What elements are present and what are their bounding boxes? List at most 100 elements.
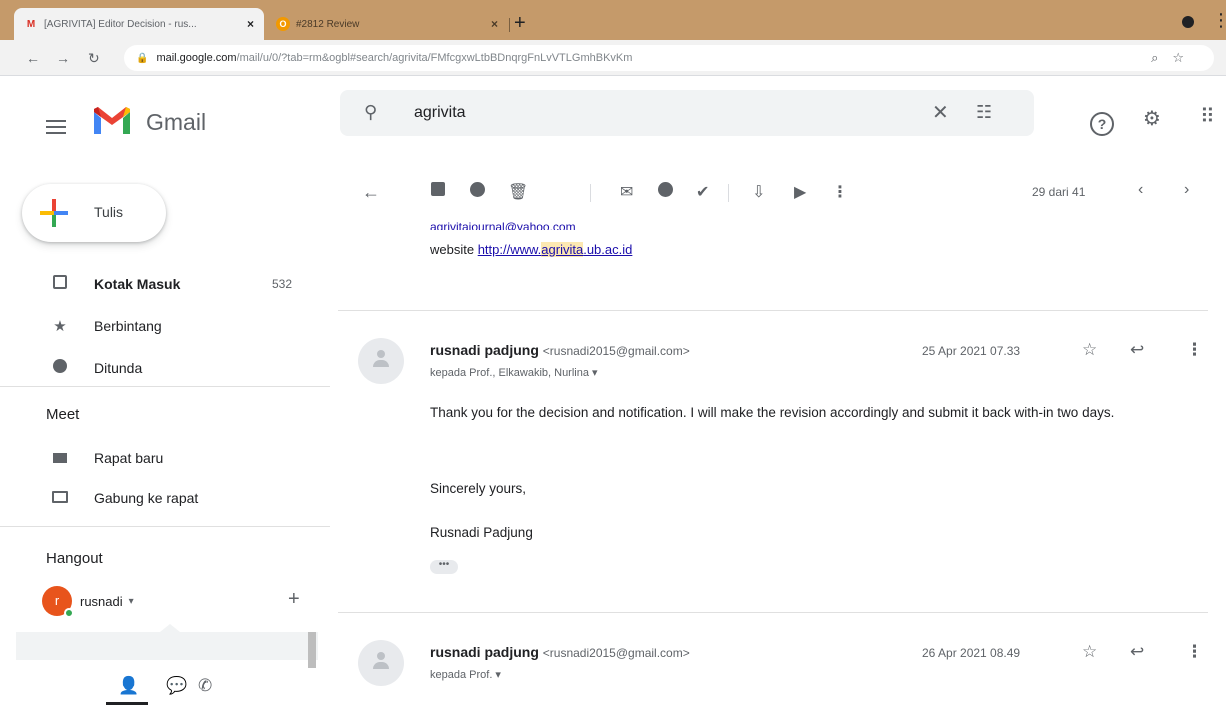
avatar: r	[42, 586, 74, 618]
contacts-icon[interactable]: 👤	[118, 676, 139, 696]
hangout-scrollbar[interactable]	[308, 632, 316, 668]
sidebar-item-inbox[interactable]: Kotak Masuk 532	[0, 268, 330, 300]
message-sender[interactable]: rusnadi padjung <rusnadi2015@gmail.com>	[430, 644, 690, 660]
star-icon[interactable]: ☆	[1082, 340, 1097, 360]
ojs-favicon-icon: O	[276, 17, 290, 31]
mark-unread-icon[interactable]: ✉	[620, 182, 633, 202]
body-paragraph: Thank you for the decision and notificat…	[430, 405, 1115, 420]
search-icon[interactable]: ⚲	[364, 102, 377, 123]
apps-grid-icon[interactable]: ⠿	[1200, 104, 1215, 129]
report-spam-icon[interactable]	[470, 182, 485, 202]
tab-close-icon[interactable]: ×	[491, 17, 498, 31]
more-options-icon[interactable]: ⋮	[832, 182, 848, 202]
pagination-text: 29 dari 41	[1032, 185, 1086, 199]
recipients-dropdown[interactable]: kepada Prof. ▾	[430, 668, 501, 681]
reply-icon[interactable]: ↩	[1130, 642, 1144, 662]
clear-search-icon[interactable]: ✕	[932, 100, 949, 125]
label-icon[interactable]: ▶	[794, 182, 806, 202]
hangout-account-switcher[interactable]: r rusnadi ▾	[42, 586, 134, 618]
body-paragraph: Rusnadi Padjung	[430, 525, 533, 540]
add-hangout-button[interactable]: +	[288, 588, 300, 611]
active-tab-indicator	[106, 702, 148, 705]
signature-email-link[interactable]: agrivitajournal@yahoo.com	[430, 220, 576, 230]
message-more-icon[interactable]: ⋮	[1186, 340, 1203, 360]
search-options-icon[interactable]: ☷	[976, 102, 992, 123]
sidebar-divider	[0, 386, 330, 387]
message-sender[interactable]: rusnadi padjung <rusnadi2015@gmail.com>	[430, 342, 690, 358]
message-body: Sincerely yours,	[430, 478, 1206, 500]
sender-avatar	[358, 640, 404, 686]
zoom-and-bookmark-icons[interactable]: ⌕☆	[1151, 50, 1198, 66]
older-chevron-icon[interactable]: ›	[1184, 181, 1189, 199]
video-icon	[48, 450, 72, 467]
message-date: 26 Apr 2021 08.49	[922, 646, 1021, 660]
snooze-clock-icon[interactable]	[658, 182, 673, 202]
chat-bubble-icon[interactable]: 💬	[166, 676, 187, 696]
sender-avatar	[358, 338, 404, 384]
move-to-icon[interactable]: ⇩	[752, 182, 765, 202]
meet-heading: Meet	[46, 406, 80, 423]
sidebar-item-starred[interactable]: ★ Berbintang	[0, 310, 330, 342]
sidebar-item-label: Gabung ke rapat	[94, 490, 199, 506]
hangout-heading: Hangout	[46, 550, 103, 567]
settings-gear-icon[interactable]: ⚙	[1143, 106, 1161, 131]
show-trimmed-content-button[interactable]: •••	[430, 560, 458, 574]
delete-icon[interactable]: 🗑	[508, 182, 528, 202]
sidebar-item-label: Rapat baru	[94, 450, 164, 466]
phone-icon[interactable]: ✆	[198, 676, 212, 696]
avatar-initial: r	[54, 593, 60, 608]
search-highlight: agrivita	[541, 242, 584, 257]
compose-button[interactable]: Tulis	[22, 184, 166, 242]
main-menu-icon[interactable]	[46, 120, 66, 138]
help-icon[interactable]: ?	[1090, 112, 1114, 136]
reply-icon[interactable]: ↩	[1130, 340, 1144, 360]
add-to-tasks-icon[interactable]: ✔	[696, 182, 709, 202]
compose-label: Tulis	[94, 204, 124, 220]
star-icon[interactable]: ☆	[1082, 642, 1097, 662]
browser-profile-icon[interactable]	[1182, 16, 1194, 28]
tab-title: #2812 Review	[296, 18, 360, 30]
hangout-bottom-tabs: 👤 💬 ✆	[0, 668, 330, 706]
search-input[interactable]: agrivita	[414, 104, 466, 122]
body-paragraph: Sincerely yours,	[430, 481, 527, 496]
tab-title: [AGRIVITA] Editor Decision - rus...	[44, 18, 197, 30]
star-icon: ★	[53, 318, 67, 335]
back-arrow-icon[interactable]: ←	[26, 50, 40, 66]
url-field[interactable]: 🔒 mail.google.com /mail/u/0/?tab=rm&ogbl…	[124, 45, 1214, 71]
sender-name: rusnadi padjung	[430, 644, 539, 660]
address-bar-row: ← → ↻ 🔒 mail.google.com /mail/u/0/?tab=r…	[0, 40, 1226, 76]
sender-email: <rusnadi2015@gmail.com>	[542, 344, 690, 358]
gmail-header: Gmail ⚲ agrivita ✕ ☷ ⚙ ⠿	[0, 76, 1226, 156]
new-tab-button[interactable]: +	[514, 12, 526, 35]
toolbar-divider	[590, 184, 591, 202]
message-date: 25 Apr 2021 07.33	[922, 344, 1021, 358]
website-link[interactable]: http://www.agrivita.ub.ac.id	[478, 242, 632, 257]
archive-icon[interactable]	[431, 182, 445, 201]
sidebar-item-join-meeting[interactable]: Gabung ke rapat	[0, 482, 330, 514]
tab-close-icon[interactable]: ×	[247, 17, 254, 31]
toolbar-divider	[728, 184, 729, 202]
online-status-icon	[64, 608, 74, 618]
sender-email: <rusnadi2015@gmail.com>	[542, 646, 690, 660]
compose-plus-icon	[40, 199, 68, 227]
newer-chevron-icon[interactable]: ‹	[1138, 181, 1143, 199]
message-body: Rusnadi Padjung	[430, 522, 1206, 544]
browser-tab-gmail[interactable]: M [AGRIVITA] Editor Decision - rus... ×	[14, 8, 264, 40]
message-body: Thank you for the decision and notificat…	[430, 402, 1206, 424]
search-bar[interactable]: ⚲ agrivita ✕ ☷	[340, 90, 1034, 136]
keyboard-icon	[48, 490, 72, 507]
website-label: website	[430, 242, 478, 257]
sidebar-item-snoozed[interactable]: Ditunda	[0, 352, 330, 384]
browser-tab-review[interactable]: O #2812 Review ×	[266, 8, 508, 40]
back-to-search-icon[interactable]: ←	[362, 182, 380, 203]
recipients-dropdown[interactable]: kepada Prof., Elkawakib, Nurlina ▾	[430, 366, 598, 379]
reload-icon[interactable]: ↻	[88, 50, 100, 67]
gmail-wordmark: Gmail	[146, 109, 207, 135]
sidebar-divider	[0, 526, 330, 527]
message-more-icon[interactable]: ⋮	[1186, 642, 1203, 662]
message-divider	[338, 612, 1208, 613]
sidebar-item-new-meeting[interactable]: Rapat baru	[0, 442, 330, 474]
signature-website: website http://www.agrivita.ub.ac.id	[430, 242, 632, 257]
browser-menu-icon[interactable]: ⋮	[1212, 10, 1226, 31]
forward-arrow-icon[interactable]: →	[56, 50, 70, 66]
